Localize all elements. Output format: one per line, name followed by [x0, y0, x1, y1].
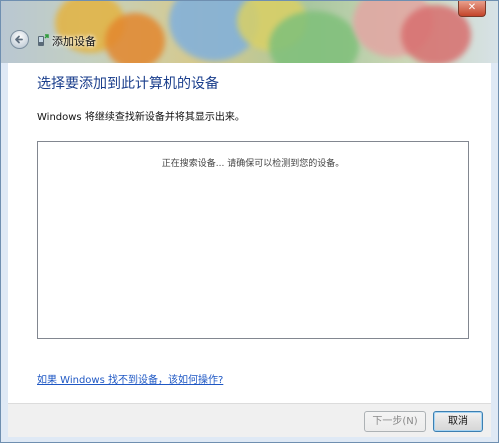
close-icon: ✕	[467, 2, 477, 13]
window-title: 添加设备	[52, 35, 96, 48]
device-list[interactable]: 正在搜索设备... 请确保可以检测到您的设备。	[37, 141, 469, 339]
device-wizard-icon	[38, 34, 49, 46]
command-area: 下一步(N) 取消	[8, 403, 491, 437]
title-bar: ✕ 添加设备	[1, 1, 498, 63]
cancel-button[interactable]: 取消	[433, 411, 483, 432]
page-heading: 选择要添加到此计算机的设备	[37, 76, 219, 92]
help-link[interactable]: 如果 Windows 找不到设备，该如何操作?	[37, 371, 223, 386]
desktop-background-blur	[105, 13, 165, 63]
back-button[interactable]	[10, 30, 29, 49]
wizard-content: 选择要添加到此计算机的设备 Windows 将继续查找新设备并将其显示出来。 正…	[8, 63, 491, 403]
add-device-window: ✕ 添加设备 选择要添加到此计算机的设备 Windows 将继续查找新设备并将其…	[0, 0, 499, 443]
next-button[interactable]: 下一步(N)	[364, 411, 426, 432]
close-button[interactable]: ✕	[458, 1, 486, 17]
search-status-text: 正在搜索设备... 请确保可以检测到您的设备。	[161, 159, 345, 169]
page-description: Windows 将继续查找新设备并将其显示出来。	[37, 112, 245, 123]
back-arrow-icon	[15, 35, 23, 44]
